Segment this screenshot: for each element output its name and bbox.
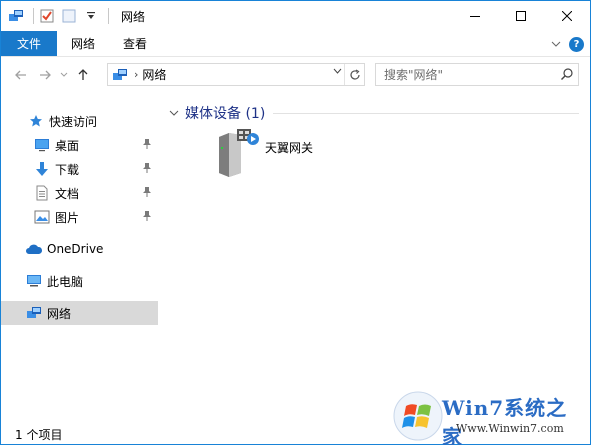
media-server-icon <box>215 129 261 182</box>
help-icon[interactable]: ? <box>569 36 584 52</box>
watermark: Win7系统之家 Www.Winwin7.com <box>392 390 588 445</box>
recent-locations-icon[interactable] <box>57 63 71 87</box>
refresh-button[interactable] <box>344 64 364 85</box>
item-count: 1 个项目 <box>15 427 63 442</box>
tab-view[interactable]: 查看 <box>109 31 161 56</box>
computer-icon <box>25 272 43 290</box>
tab-file[interactable]: 文件 <box>1 31 58 56</box>
cloud-icon <box>25 240 43 258</box>
maximize-button[interactable] <box>498 1 544 31</box>
list-item-media-device[interactable]: 天翼网关 <box>215 129 345 179</box>
search-box[interactable]: 搜索"网络" <box>375 63 579 86</box>
sidebar-item-label: 图片 <box>55 210 80 225</box>
group-title: 媒体设备 (1) <box>185 106 266 122</box>
star-icon <box>27 112 45 130</box>
sidebar-item-label: 桌面 <box>55 138 80 153</box>
tab-network[interactable]: 网络 <box>57 31 109 56</box>
breadcrumb-chevron-icon[interactable]: › <box>134 68 138 81</box>
toolbar-separator <box>33 8 34 24</box>
sidebar-item-documents[interactable]: 文档 <box>1 181 158 205</box>
breadcrumb-network[interactable]: 网络 <box>142 66 166 83</box>
window-title: 网络 <box>121 9 146 24</box>
sidebar-item-quick-access[interactable]: 快速访问 <box>1 109 158 133</box>
download-arrow-icon <box>33 160 51 178</box>
sidebar-item-downloads[interactable]: 下载 <box>1 157 158 181</box>
properties-icon[interactable] <box>38 7 56 25</box>
collapse-chevron-icon[interactable] <box>169 107 179 120</box>
watermark-url: Www.Winwin7.com <box>456 422 564 435</box>
ribbon-tabs: 文件 网络 查看 ? <box>1 31 590 57</box>
back-button[interactable] <box>9 63 33 87</box>
search-placeholder: 搜索"网络" <box>384 68 444 82</box>
address-bar[interactable]: › 网络 <box>107 63 365 86</box>
pin-icon[interactable] <box>142 186 152 201</box>
network-location-icon <box>112 68 128 82</box>
navigation-pane: 快速访问 桌面 下载 文档 图片 OneDrive 此电脑 网络 <box>1 99 159 419</box>
sidebar-item-this-pc[interactable]: 此电脑 <box>1 269 158 293</box>
sidebar-item-onedrive[interactable]: OneDrive <box>1 237 158 261</box>
minimize-button[interactable] <box>452 1 498 31</box>
group-divider <box>273 112 579 114</box>
sidebar-item-desktop[interactable]: 桌面 <box>1 133 158 157</box>
sidebar-item-pictures[interactable]: 图片 <box>1 205 158 229</box>
pin-icon[interactable] <box>142 162 152 177</box>
network-app-icon <box>7 7 25 25</box>
title-bar[interactable]: 网络 <box>1 1 590 31</box>
explorer-window: 网络 文件 网络 查看 ? › 网络 搜索"网络" 快速访问 桌面 下载 文档 … <box>0 0 591 445</box>
sidebar-item-label: 下载 <box>55 162 80 177</box>
navigation-bar: › 网络 搜索"网络" <box>1 59 590 91</box>
watermark-title: Win7系统之家 <box>442 396 568 445</box>
expand-ribbon-icon[interactable] <box>551 37 561 51</box>
address-dropdown-icon[interactable] <box>333 66 342 77</box>
group-header-media-devices[interactable]: 媒体设备 (1) <box>169 103 579 123</box>
sidebar-item-label: 快速访问 <box>49 114 98 129</box>
sidebar-item-label: OneDrive <box>47 242 104 256</box>
desktop-icon <box>33 136 51 154</box>
list-item-label: 天翼网关 <box>265 141 314 155</box>
sidebar-item-label: 文档 <box>55 186 80 201</box>
pin-icon[interactable] <box>142 210 152 225</box>
pin-icon[interactable] <box>142 138 152 153</box>
sidebar-item-label: 此电脑 <box>47 274 84 289</box>
new-folder-icon[interactable] <box>60 7 78 25</box>
search-icon[interactable] <box>560 67 574 84</box>
up-button[interactable] <box>71 63 95 87</box>
file-list: 媒体设备 (1) 天翼网关 <box>161 99 589 419</box>
window-controls <box>452 1 590 31</box>
toolbar-separator <box>108 8 109 24</box>
customize-dropdown-icon[interactable] <box>82 7 100 25</box>
sidebar-item-label: 网络 <box>47 306 72 321</box>
pictures-icon <box>33 208 51 226</box>
quick-access-toolbar <box>1 1 113 31</box>
document-icon <box>33 184 51 202</box>
network-icon <box>25 304 43 322</box>
sidebar-item-network[interactable]: 网络 <box>1 301 158 325</box>
close-button[interactable] <box>544 1 590 31</box>
forward-button[interactable] <box>33 63 57 87</box>
ribbon-right-controls: ? <box>551 31 584 57</box>
windows-logo-icon <box>392 390 444 445</box>
